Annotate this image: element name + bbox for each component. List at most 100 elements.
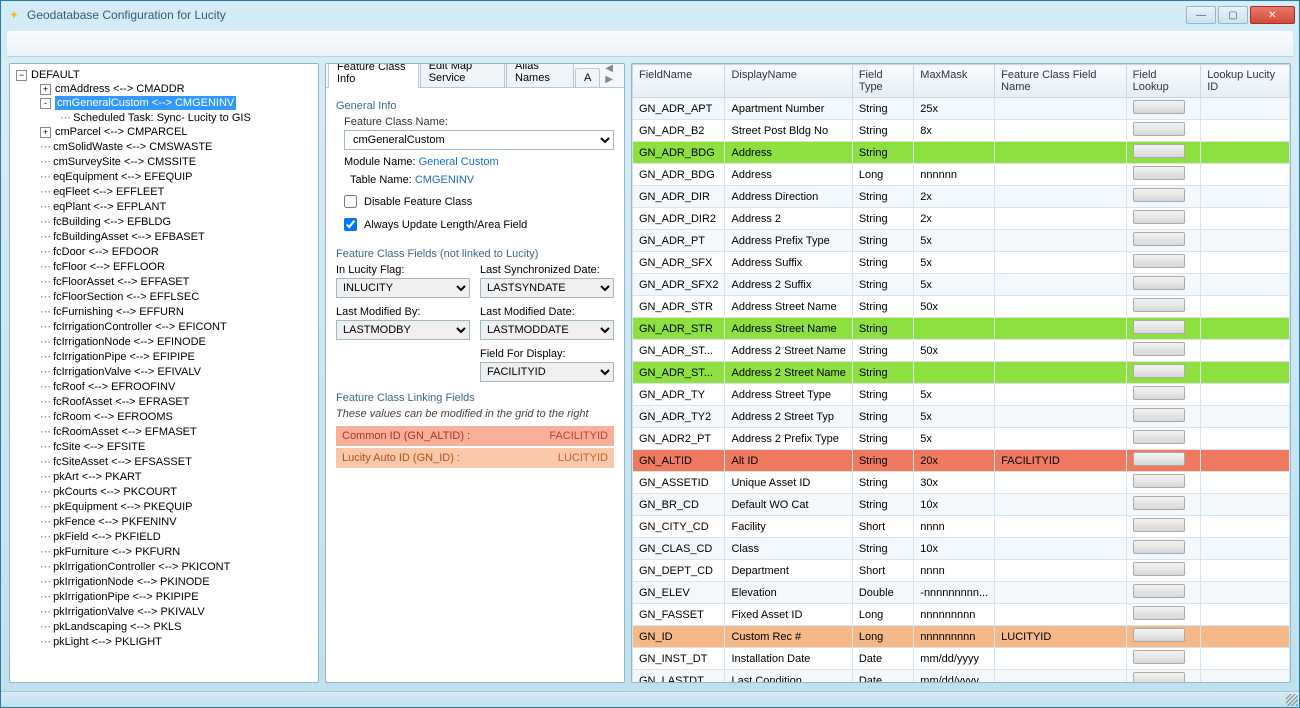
field-lookup-button[interactable] [1133, 672, 1185, 682]
table-row[interactable]: GN_CLAS_CDClassString10x [633, 538, 1290, 560]
table-row[interactable]: GN_ADR_DIR2Address 2String2x [633, 208, 1290, 230]
last-mod-date-combo[interactable]: LASTMODDATE [480, 320, 614, 340]
table-row[interactable]: GN_IDCustom Rec #LongnnnnnnnnnLUCITYID [633, 626, 1290, 648]
table-cell[interactable] [995, 252, 1127, 274]
table-cell[interactable] [1126, 494, 1201, 516]
table-cell[interactable] [1126, 406, 1201, 428]
table-cell[interactable] [1126, 142, 1201, 164]
tree-item[interactable]: ⋯ cmSolidWaste <--> CMSWASTE [12, 139, 316, 154]
table-cell[interactable]: 5x [914, 406, 995, 428]
table-cell[interactable] [995, 318, 1127, 340]
table-cell[interactable] [995, 98, 1127, 120]
tree-item[interactable]: ⋯ pkEquipment <--> PKEQUIP [12, 499, 316, 514]
table-cell[interactable]: Last Condition [725, 670, 852, 683]
table-cell[interactable] [914, 362, 995, 384]
table-cell[interactable] [1126, 670, 1201, 683]
table-cell[interactable]: 50x [914, 296, 995, 318]
table-cell[interactable]: String [852, 472, 913, 494]
table-cell[interactable] [1126, 450, 1201, 472]
table-cell[interactable] [914, 142, 995, 164]
feature-class-tree[interactable]: −DEFAULT+cmAddress <--> CMADDR-cmGeneral… [10, 64, 318, 682]
table-cell[interactable] [995, 186, 1127, 208]
disable-fc-checkbox[interactable] [344, 195, 357, 208]
table-cell[interactable]: String [852, 340, 913, 362]
table-cell[interactable] [995, 582, 1127, 604]
table-cell[interactable] [1126, 472, 1201, 494]
tree-item[interactable]: ⋯ fcRoofAsset <--> EFRASET [12, 394, 316, 409]
table-cell[interactable]: GN_CITY_CD [633, 516, 725, 538]
always-update-checkbox[interactable] [344, 218, 357, 231]
table-cell[interactable]: nnnnnnnnn [914, 626, 995, 648]
table-cell[interactable] [1201, 318, 1290, 340]
table-cell[interactable] [1201, 340, 1290, 362]
table-row[interactable]: GN_LASTDTLast ConditionDatemm/dd/yyyy [633, 670, 1290, 683]
table-cell[interactable] [1126, 120, 1201, 142]
tree-item[interactable]: ⋯ pkIrrigationController <--> PKICONT [12, 559, 316, 574]
table-cell[interactable]: Address [725, 142, 852, 164]
table-cell[interactable]: String [852, 318, 913, 340]
table-row[interactable]: GN_ADR_TY2Address 2 Street TypString5x [633, 406, 1290, 428]
field-lookup-button[interactable] [1133, 122, 1185, 136]
table-cell[interactable]: Department [725, 560, 852, 582]
field-lookup-button[interactable] [1133, 386, 1185, 400]
table-cell[interactable] [1201, 648, 1290, 670]
table-cell[interactable]: GN_CLAS_CD [633, 538, 725, 560]
table-cell[interactable]: Short [852, 516, 913, 538]
table-cell[interactable]: Address 2 Street Typ [725, 406, 852, 428]
table-row[interactable]: GN_ADR_STRAddress Street NameString50x [633, 296, 1290, 318]
table-cell[interactable] [995, 362, 1127, 384]
tree-item[interactable]: ⋯ fcBuildingAsset <--> EFBASET [12, 229, 316, 244]
table-row[interactable]: GN_BR_CDDefault WO CatString10x [633, 494, 1290, 516]
table-cell[interactable]: GN_ADR_B2 [633, 120, 725, 142]
table-cell[interactable]: GN_ADR_ST... [633, 362, 725, 384]
tree-item[interactable]: ⋯ fcBuilding <--> EFBLDG [12, 214, 316, 229]
table-cell[interactable] [1201, 406, 1290, 428]
table-cell[interactable]: String [852, 406, 913, 428]
table-cell[interactable] [995, 340, 1127, 362]
table-cell[interactable] [995, 296, 1127, 318]
tree-item[interactable]: ⋯ eqPlant <--> EFPLANT [12, 199, 316, 214]
table-cell[interactable]: Double [852, 582, 913, 604]
field-lookup-button[interactable] [1133, 298, 1185, 312]
table-cell[interactable] [1201, 472, 1290, 494]
tab-a[interactable]: A [575, 68, 600, 87]
table-cell[interactable]: mm/dd/yyyy [914, 670, 995, 683]
table-cell[interactable]: 30x [914, 472, 995, 494]
tree-item[interactable]: ⋯ pkLight <--> PKLIGHT [12, 634, 316, 649]
tree-item[interactable]: ⋯ fcFloor <--> EFFLOOR [12, 259, 316, 274]
table-cell[interactable] [1201, 120, 1290, 142]
table-cell[interactable] [1201, 450, 1290, 472]
minimize-button[interactable]: — [1186, 6, 1216, 24]
table-row[interactable]: GN_CITY_CDFacilityShortnnnn [633, 516, 1290, 538]
table-cell[interactable]: GN_ADR_STR [633, 296, 725, 318]
table-cell[interactable]: String [852, 494, 913, 516]
table-cell[interactable]: String [852, 120, 913, 142]
field-lookup-button[interactable] [1133, 496, 1185, 510]
tree-item[interactable]: ⋯ cmSurveySite <--> CMSSITE [12, 154, 316, 169]
field-lookup-button[interactable] [1133, 408, 1185, 422]
field-lookup-button[interactable] [1133, 562, 1185, 576]
field-lookup-button[interactable] [1133, 584, 1185, 598]
table-cell[interactable]: GN_LASTDT [633, 670, 725, 683]
table-cell[interactable] [1201, 626, 1290, 648]
column-header[interactable]: Feature Class Field Name [995, 65, 1127, 98]
last-mod-by-combo[interactable]: LASTMODBY [336, 320, 470, 340]
tab-scroll-buttons[interactable]: ◀ ▶ [601, 63, 624, 87]
table-cell[interactable]: Address Street Name [725, 296, 852, 318]
table-row[interactable]: GN_ADR2_PTAddress 2 Prefix TypeString5x [633, 428, 1290, 450]
field-lookup-button[interactable] [1133, 166, 1185, 180]
field-lookup-button[interactable] [1133, 100, 1185, 114]
table-cell[interactable]: 2x [914, 208, 995, 230]
table-cell[interactable] [1201, 582, 1290, 604]
table-cell[interactable]: String [852, 98, 913, 120]
table-cell[interactable]: Address Street Type [725, 384, 852, 406]
tree-item[interactable]: ⋯ pkLandscaping <--> PKLS [12, 619, 316, 634]
tree-item[interactable]: +cmAddress <--> CMADDR [12, 82, 316, 96]
tree-item[interactable]: ⋯ pkFence <--> PKFENINV [12, 514, 316, 529]
table-cell[interactable] [1126, 296, 1201, 318]
table-cell[interactable] [1126, 252, 1201, 274]
table-cell[interactable]: Address 2 Street Name [725, 362, 852, 384]
table-cell[interactable] [1201, 362, 1290, 384]
table-cell[interactable]: GN_ALTID [633, 450, 725, 472]
table-cell[interactable]: String [852, 252, 913, 274]
